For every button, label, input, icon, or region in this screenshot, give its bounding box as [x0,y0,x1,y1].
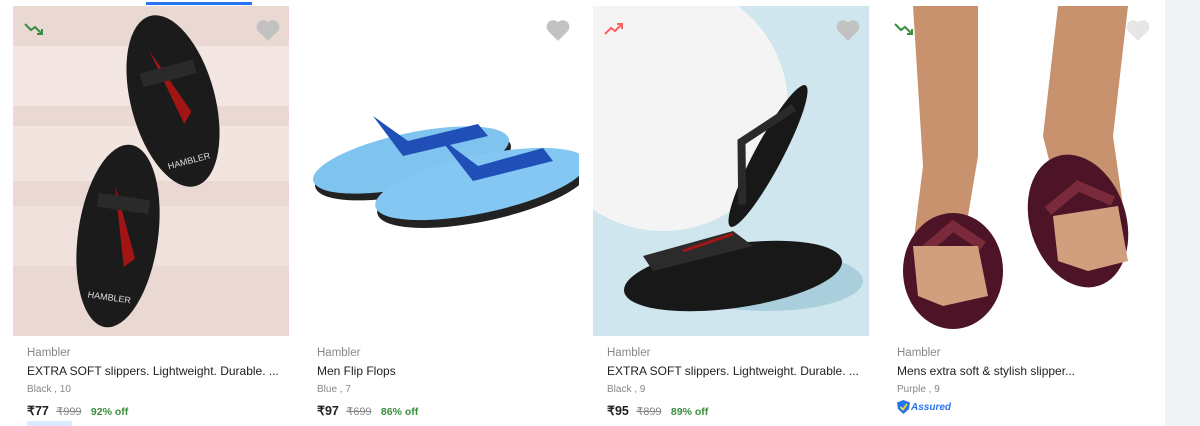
product-price: ₹77 [27,404,49,418]
flip-flop-photo [313,116,579,228]
heart-icon[interactable] [545,18,571,42]
price-row: ₹95 ₹899 89% off [607,403,708,418]
product-image[interactable] [303,6,579,336]
heart-icon[interactable] [1125,18,1151,42]
product-variant: Purple , 9 [897,384,940,395]
product-title[interactable]: EXTRA SOFT slippers. Lightweight. Durabl… [607,364,862,378]
product-card[interactable]: Hambler Mens extra soft & stylish slippe… [870,6,1160,426]
product-card[interactable]: Hambler Men Flip Flops Blue , 7 ₹97 ₹699… [290,6,580,426]
discount-label: 86% off [380,406,419,418]
assured-label: Assured [911,401,952,413]
product-variant: Black , 9 [607,384,646,395]
trend-down-icon [24,23,43,35]
assured-badge: Assured [897,400,951,414]
shield-icon [897,400,910,414]
product-title[interactable]: EXTRA SOFT slippers. Lightweight. Durabl… [27,364,282,378]
discount-label: 92% off [90,406,129,418]
heart-icon[interactable] [835,18,861,42]
offer-tag [27,421,72,426]
product-image[interactable] [593,6,869,336]
product-brand: Hambler [317,347,361,359]
product-image[interactable]: HAMBLER HAMBLER [13,6,289,336]
product-mrp: ₹899 [636,406,662,418]
product-variant: Black , 10 [27,384,71,395]
product-brand: Hambler [897,347,941,359]
product-card[interactable]: Hambler EXTRA SOFT slippers. Lightweight… [580,6,870,426]
slipper-on-feet-photo [903,6,1129,329]
trend-down-icon [894,23,913,35]
product-price: ₹95 [607,404,629,418]
heart-icon[interactable] [255,18,281,42]
active-tab-indicator [146,2,252,5]
product-brand: Hambler [607,347,651,359]
product-title[interactable]: Mens extra soft & stylish slipper... [897,364,1152,378]
scroll-gutter [1165,0,1200,426]
discount-label: 89% off [670,406,709,418]
product-grid: HAMBLER HAMBLER Hambler EXTRA SOFT slipp… [0,6,1165,426]
product-mrp: ₹999 [56,406,82,418]
product-mrp: ₹699 [346,406,372,418]
product-card[interactable]: HAMBLER HAMBLER Hambler EXTRA SOFT slipp… [0,6,290,426]
slipper-photo: HAMBLER HAMBLER [13,15,289,328]
product-image[interactable] [883,6,1159,336]
product-title[interactable]: Men Flip Flops [317,364,572,378]
product-brand: Hambler [27,347,71,359]
trend-up-icon [604,23,623,35]
product-price: ₹97 [317,404,339,418]
slipper-photo [593,6,863,312]
price-row: ₹97 ₹699 86% off [317,403,418,418]
product-variant: Blue , 7 [317,384,351,395]
price-row: ₹77 ₹999 92% off [27,403,128,418]
